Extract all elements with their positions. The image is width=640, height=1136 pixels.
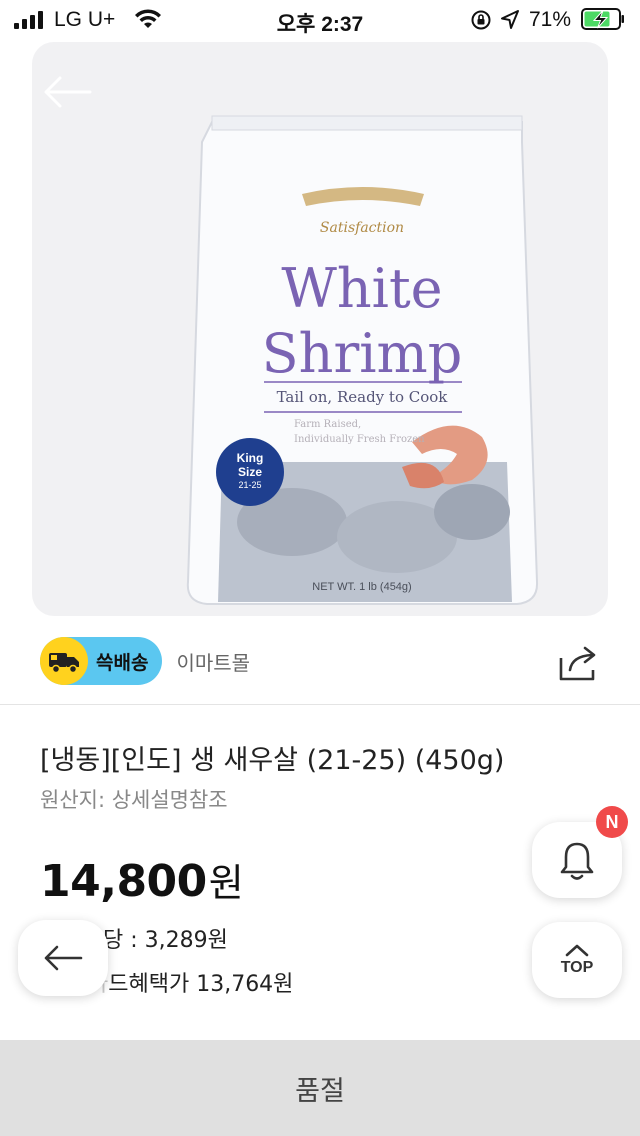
bag-sub-1: Farm Raised, (294, 419, 361, 430)
delivery-info: 쓱배송 이마트몰 (40, 636, 250, 686)
back-arrow-icon (44, 945, 83, 971)
badge-count: 21-25 (238, 480, 261, 490)
truck-icon (40, 637, 88, 685)
battery-charging-icon (581, 8, 624, 30)
bag-title-white: White (281, 257, 442, 320)
floating-back-button[interactable] (18, 920, 108, 996)
card-price-value: 드혜택가 13,764원 (108, 972, 294, 997)
badge-size: Size (238, 465, 262, 479)
ssg-delivery-badge[interactable]: 쓱배송 (40, 637, 163, 685)
product-origin: 원산지: 상세설명참조 (40, 788, 228, 812)
bell-icon (560, 842, 594, 880)
status-bar: LG U+ 오후 2:37 71% (0, 0, 640, 40)
sold-out-button[interactable]: 품절 (0, 1040, 640, 1136)
badge-king: King (237, 451, 264, 465)
top-label: TOP (560, 959, 594, 976)
product-price: 14,800원 (40, 852, 244, 907)
location-icon (501, 10, 519, 29)
back-arrow-icon[interactable] (40, 72, 94, 112)
sold-out-label: 품절 (295, 1075, 345, 1107)
bag-title-shrimp: Shrimp (262, 322, 463, 385)
price-amount: 14,800 (40, 856, 207, 907)
seller-name[interactable]: 이마트몰 (176, 647, 250, 676)
bag-sub-2: Individually Fresh Frozen (294, 434, 425, 445)
product-title: [냉동][인도] 생 새우살 (21-25) (450g) (40, 745, 505, 776)
section-divider (0, 704, 640, 705)
chevron-up-icon (565, 944, 589, 957)
brand-text: Satisfaction (320, 220, 404, 236)
delivery-label: 쓱배송 (96, 651, 149, 674)
shrimp-package-image: Satisfaction White Shrimp Tail on, Ready… (186, 115, 539, 605)
share-icon[interactable] (556, 644, 602, 684)
price-currency: 원 (208, 861, 244, 905)
product-image[interactable]: Satisfaction White Shrimp Tail on, Ready… (32, 42, 608, 616)
rotation-lock-icon (471, 10, 491, 30)
bag-tagline: Tail on, Ready to Cook (277, 388, 449, 406)
scroll-top-button[interactable]: TOP (532, 922, 622, 998)
battery-percent: 71% (529, 8, 572, 31)
bag-net-weight: NET WT. 1 lb (454g) (312, 581, 411, 593)
new-notification-badge: N (596, 806, 628, 838)
unit-price-value: 당 : 3,289원 (95, 928, 228, 953)
